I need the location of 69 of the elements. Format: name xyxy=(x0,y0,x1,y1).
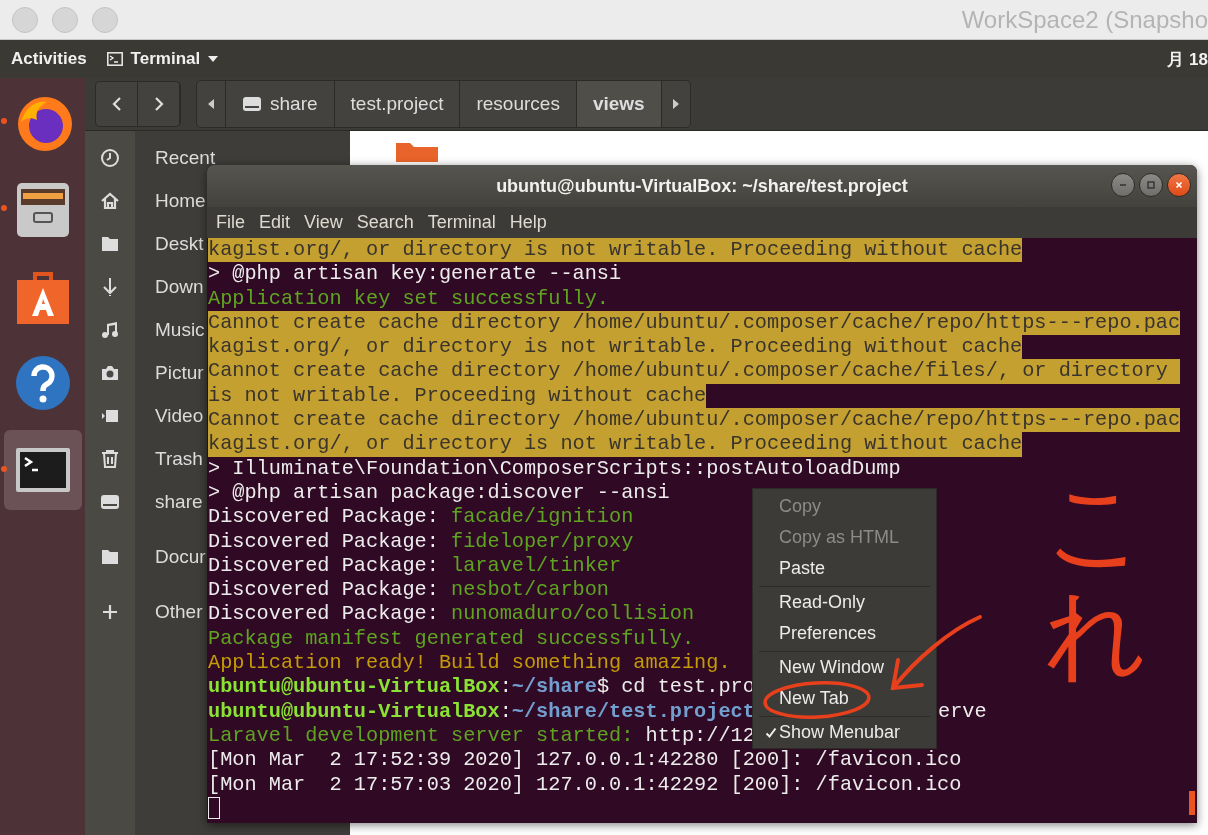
terminal-line: [Mon Mar 2 17:57:03 2020] 127.0.0.1:42292 [200]: /favicon.ico xyxy=(208,772,962,796)
scrollbar-thumb[interactable] xyxy=(1189,791,1195,815)
music-icon xyxy=(100,319,120,340)
menu-item[interactable]: Edit xyxy=(252,212,298,233)
menu-item[interactable]: Read-Only xyxy=(753,587,936,618)
terminal-line: Discovered Package: fideloper/proxy xyxy=(208,529,634,553)
path-button[interactable]: test.project xyxy=(334,81,461,127)
menu-item[interactable]: Search xyxy=(349,212,421,233)
terminal-line: [Mon Mar 2 17:52:39 2020] 127.0.0.1:42280 [200]: /favicon.ico xyxy=(208,748,962,772)
terminal-line: Discovered Package: facade/ignition xyxy=(208,505,634,529)
menu-item[interactable]: Help xyxy=(502,212,554,233)
terminal-line: Discovered Package: laravel/tinker xyxy=(208,553,622,577)
clock[interactable]: 月 18 xyxy=(1167,47,1208,71)
home-icon xyxy=(100,190,120,211)
sidebar-item[interactable]: Home xyxy=(155,189,206,212)
back-icon xyxy=(111,96,122,112)
menu-item[interactable]: Paste xyxy=(753,553,936,584)
forward-icon xyxy=(153,96,164,112)
path-button[interactable]: views xyxy=(576,81,662,127)
menu-item[interactable]: New Window xyxy=(753,652,936,683)
menu-item[interactable]: Preferences xyxy=(753,618,936,649)
sidebar-item[interactable]: Other xyxy=(155,600,203,623)
clock-icon xyxy=(100,147,120,168)
terminal-line: Laravel development server started: http://12 xyxy=(208,723,755,747)
handwritten-note: これ xyxy=(1045,470,1145,690)
trash-icon xyxy=(100,448,120,469)
terminal-line: Package manifest generated successfully. xyxy=(208,626,695,650)
download-icon xyxy=(100,276,120,297)
close-button[interactable] xyxy=(1167,173,1191,197)
terminal-line: Discovered Package: nesbot/carbon xyxy=(208,578,610,602)
terminal-line: ubuntu@ubuntu-VirtualBox:~/share/test.project xyxy=(208,699,755,723)
sidebar-item[interactable]: Video xyxy=(155,404,204,427)
terminal-line: > @php artisan key:generate --ansi xyxy=(208,262,622,286)
terminal-line: Application ready! Build something amazing. xyxy=(208,651,731,675)
menu-item[interactable]: File xyxy=(209,212,252,233)
menu-item[interactable]: View xyxy=(297,212,350,233)
window-title: ubuntu@ubuntu-VirtualBox: ~/share/test.project xyxy=(496,175,908,197)
sidebar-item[interactable]: Docur xyxy=(155,545,206,568)
menu-item[interactable]: Terminal xyxy=(420,212,503,233)
terminal-text: erve xyxy=(938,699,987,724)
caret-icon xyxy=(208,56,219,62)
terminal-line: Discovered Package: nunomaduro/collision xyxy=(208,602,695,626)
app-menu[interactable]: Terminal xyxy=(106,49,219,69)
menu-item[interactable]: New Tab xyxy=(753,683,936,714)
terminal-icon xyxy=(106,52,123,66)
dock-item[interactable] xyxy=(3,429,82,510)
sidebar-item[interactable]: Recent xyxy=(155,146,216,169)
left-arrow-icon xyxy=(208,99,214,109)
path-button[interactable]: share xyxy=(226,81,335,127)
activities-button[interactable]: Activities xyxy=(0,49,87,69)
terminal-line: > Illuminate\Foundation\ComposerScripts::postAutoloadDump xyxy=(208,456,901,480)
window-title: WorkSpace2 (Snapsho xyxy=(961,5,1208,34)
path-button[interactable]: resources xyxy=(460,81,577,127)
menu-item[interactable]: Show Menubar xyxy=(753,717,936,748)
sidebar-item[interactable]: Trash xyxy=(155,447,203,470)
drive-icon xyxy=(242,96,262,112)
sidebar-item[interactable]: Pictur xyxy=(155,361,204,384)
close-icon xyxy=(1174,180,1184,190)
maximize-button[interactable] xyxy=(1139,173,1163,197)
terminal-line: > @php artisan package:discover --ansi xyxy=(208,480,670,504)
maximize-icon xyxy=(1146,180,1156,190)
sidebar-item[interactable]: Down xyxy=(155,275,204,298)
terminal-line: ubuntu@ubuntu-VirtualBox:~/share$ cd test.pro xyxy=(208,675,755,699)
sidebar-item[interactable]: Deskt xyxy=(155,232,204,255)
minimize-button[interactable] xyxy=(1111,173,1135,197)
right-arrow-icon xyxy=(672,99,679,109)
sidebar-item[interactable]: Music xyxy=(155,318,205,341)
sidebar-item[interactable]: share xyxy=(155,490,203,513)
terminal-line: Application key set successfully. xyxy=(208,286,609,310)
